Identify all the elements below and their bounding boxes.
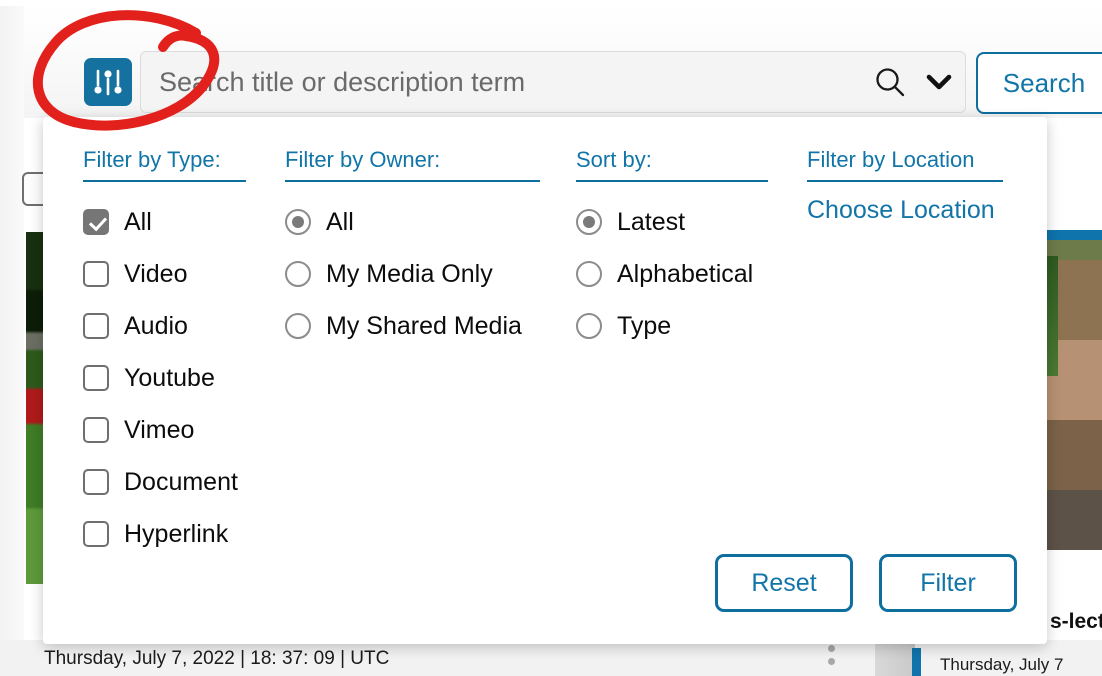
type-option-label: Vimeo	[124, 415, 195, 444]
type-option-document[interactable]: Document	[83, 456, 283, 508]
type-option-label: All	[124, 207, 152, 236]
heading-underline	[807, 180, 1003, 182]
search-input[interactable]	[141, 66, 867, 98]
type-option-hyperlink[interactable]: Hyperlink	[83, 508, 283, 560]
search-box	[140, 51, 966, 113]
radio-icon[interactable]	[576, 313, 602, 339]
checkbox-icon[interactable]	[83, 209, 109, 235]
page-left-gutter	[0, 6, 24, 676]
filter-by-type-column: Filter by Type: All Video Audio Youtube	[83, 147, 283, 560]
type-option-label: Document	[124, 467, 238, 496]
reset-button[interactable]: Reset	[715, 554, 853, 612]
owner-option-all[interactable]: All	[285, 196, 555, 248]
type-option-label: Video	[124, 259, 188, 288]
checkbox-icon[interactable]	[83, 313, 109, 339]
owner-option-my-media-only[interactable]: My Media Only	[285, 248, 555, 300]
filter-button[interactable]: Filter	[879, 554, 1017, 612]
type-option-vimeo[interactable]: Vimeo	[83, 404, 283, 456]
media-thumbnail-right[interactable]	[1042, 230, 1102, 550]
owner-option-label: All	[326, 207, 354, 236]
sort-by-column: Sort by: Latest Alphabetical Type	[576, 147, 806, 352]
type-option-youtube[interactable]: Youtube	[83, 352, 283, 404]
type-option-audio[interactable]: Audio	[83, 300, 283, 352]
checkbox-icon[interactable]	[83, 365, 109, 391]
search-header: Search	[24, 6, 1102, 118]
choose-location-link[interactable]: Choose Location	[807, 196, 1017, 225]
more-vertical-icon[interactable]	[825, 645, 837, 675]
sliders-icon[interactable]	[84, 58, 132, 106]
sort-by-heading: Sort by:	[576, 147, 652, 172]
checkbox-icon[interactable]	[83, 521, 109, 547]
type-option-label: Hyperlink	[124, 519, 229, 548]
heading-underline	[83, 180, 246, 182]
media-card-timestamp-right: Thursday, July 7	[940, 655, 1064, 674]
type-option-video[interactable]: Video	[83, 248, 283, 300]
checkbox-icon[interactable]	[83, 417, 109, 443]
type-option-label: Youtube	[124, 363, 215, 392]
filter-by-location-heading: Filter by Location	[807, 147, 975, 172]
radio-icon[interactable]	[285, 261, 311, 287]
filter-by-type-heading: Filter by Type:	[83, 147, 221, 172]
owner-option-label: My Shared Media	[326, 311, 522, 340]
owner-option-my-shared-media[interactable]: My Shared Media	[285, 300, 555, 352]
sort-option-latest[interactable]: Latest	[576, 196, 806, 248]
search-button[interactable]: Search	[976, 52, 1102, 114]
search-icon[interactable]	[867, 51, 913, 113]
radio-icon[interactable]	[285, 209, 311, 235]
app-root: Thursday, July 7, 2022 | 18: 37: 09 | UT…	[0, 0, 1102, 676]
radio-icon[interactable]	[576, 209, 602, 235]
media-grid-footer-accent	[875, 640, 915, 676]
owner-option-label: My Media Only	[326, 259, 493, 288]
media-card-accent-bar	[912, 648, 921, 676]
filter-panel-actions: Reset Filter	[715, 554, 1017, 612]
sort-option-type[interactable]: Type	[576, 300, 806, 352]
sort-option-label: Alphabetical	[617, 259, 754, 288]
chevron-down-icon[interactable]	[913, 51, 965, 113]
type-option-all[interactable]: All	[83, 196, 283, 248]
media-card-title-right: s-lect	[1050, 610, 1102, 633]
heading-underline	[285, 180, 540, 182]
heading-underline	[576, 180, 768, 182]
checkbox-icon[interactable]	[83, 469, 109, 495]
type-option-label: Audio	[124, 311, 188, 340]
radio-icon[interactable]	[285, 313, 311, 339]
filter-by-owner-column: Filter by Owner: All My Media Only My Sh…	[285, 147, 555, 352]
radio-icon[interactable]	[576, 261, 602, 287]
sort-option-alphabetical[interactable]: Alphabetical	[576, 248, 806, 300]
media-card-timestamp-left: Thursday, July 7, 2022 | 18: 37: 09 | UT…	[44, 648, 390, 669]
sort-option-label: Type	[617, 311, 672, 340]
filter-panel: Filter by Type: All Video Audio Youtube	[43, 117, 1047, 644]
checkbox-icon[interactable]	[83, 261, 109, 287]
sort-option-label: Latest	[617, 207, 686, 236]
filter-by-location-column: Filter by Location Choose Location	[807, 147, 1017, 225]
filter-by-owner-heading: Filter by Owner:	[285, 147, 441, 172]
